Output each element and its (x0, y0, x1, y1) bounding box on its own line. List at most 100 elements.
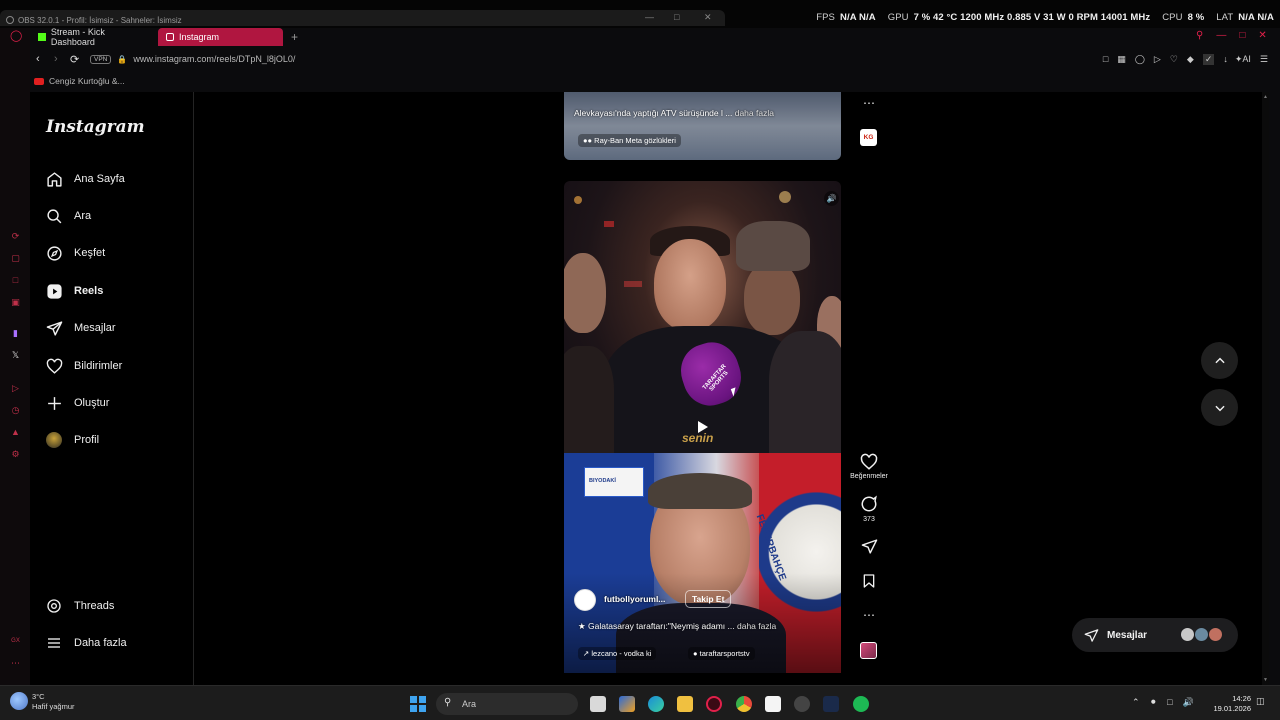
scroll-down-icon[interactable]: ▼ (1263, 677, 1268, 683)
taskbar-search[interactable]: ⚲ Ara (436, 693, 578, 715)
start-tile (410, 704, 418, 712)
reel-active[interactable]: TARAFTAR SPORTS 🔊 senin (564, 181, 841, 453)
reel-next[interactable]: FENERBAHÇE BIYODAKİ futbollyoruml... Tak… (564, 453, 841, 673)
nav-more[interactable]: Daha fazla (45, 633, 127, 653)
speaker-icon[interactable]: 🔊 (1183, 697, 1194, 708)
clock-icon[interactable]: ◷ (10, 405, 21, 416)
extensions-icon[interactable]: ◆ (1187, 54, 1194, 65)
overlay-box: BIYODAKİ (584, 467, 644, 497)
minimize-icon[interactable]: — (1216, 30, 1226, 41)
channel-avatar[interactable] (574, 589, 596, 611)
nav-messages[interactable]: Mesajlar (45, 318, 116, 338)
network-icon[interactable]: □ (1167, 697, 1172, 708)
audio-thumbnail[interactable]: KG (860, 129, 877, 146)
reel-caption[interactable]: Alevkayası'nda yaptığı ATV sürüşünde l .… (574, 108, 774, 118)
performance-overlay: FPS N/A N/A GPU 7 % 42 °C 1200 MHz 0.885 V… (816, 12, 1274, 23)
vpn-badge[interactable]: VPN (90, 54, 112, 64)
tagged-user[interactable]: ● taraftarsportstv (688, 647, 755, 660)
spotify-icon[interactable] (853, 696, 869, 712)
nav-notifications[interactable]: Bildirimler (45, 356, 122, 376)
chrome-icon[interactable] (736, 696, 752, 712)
bookmark-item[interactable]: Cengiz Kurtoğlu &... (49, 76, 125, 86)
refresh-icon[interactable]: ⟳ (10, 231, 21, 242)
more-options-icon[interactable]: ⋯ (858, 96, 880, 110)
comment-button[interactable] (858, 495, 880, 513)
music-tag[interactable]: ↗ lezcano - vodka ki (578, 647, 657, 660)
minimize-icon[interactable]: — (645, 12, 654, 22)
chat-icon[interactable]: □ (10, 275, 21, 286)
maximize-icon[interactable]: □ (674, 12, 679, 22)
nav-reels[interactable]: Reels (45, 281, 103, 301)
opera-gx-icon[interactable] (706, 696, 722, 712)
steam-icon[interactable] (823, 696, 839, 712)
edge-icon[interactable] (648, 696, 664, 712)
obs-window-titlebar[interactable]: OBS 32.0.1 - Profil: İsimsiz - Sahneler:… (0, 10, 725, 26)
opera-gx-logo-icon[interactable]: ◯ (10, 31, 22, 42)
store-icon[interactable] (765, 696, 781, 712)
player-play-icon[interactable]: ▷ (1154, 54, 1161, 65)
extension-pin-icon[interactable]: ✓ (1202, 53, 1215, 65)
nav-create[interactable]: Oluştur (45, 393, 109, 413)
share-button[interactable] (858, 538, 880, 555)
more-options-icon[interactable]: ⋯ (858, 608, 880, 622)
follow-button[interactable]: Takip Et (685, 590, 732, 608)
send-icon (1084, 628, 1099, 643)
reload-icon[interactable]: ⟳ (70, 53, 84, 66)
close-icon[interactable]: ✕ (1258, 30, 1266, 41)
chevron-up-icon[interactable]: ⌃ (1132, 697, 1140, 708)
snapshot-icon[interactable]: ▦ (1117, 54, 1126, 65)
close-icon[interactable]: ✕ (704, 12, 712, 23)
nav-explore[interactable]: Keşfet (45, 243, 105, 263)
reel-caption[interactable]: ★ Galatasaray taraftarı:"Neymiş adamı ..… (578, 621, 776, 632)
nav-threads[interactable]: Threads (45, 596, 114, 616)
maximize-icon[interactable]: □ (1239, 30, 1245, 41)
save-button[interactable] (858, 573, 880, 589)
player-icon[interactable]: ▣ (10, 297, 21, 308)
new-tab-button[interactable]: + (283, 28, 306, 46)
product-tag[interactable]: ●● Ray-Ban Meta gözlükleri (578, 134, 681, 147)
tab-instagram[interactable]: Instagram (158, 28, 283, 46)
twitch-icon[interactable]: ▮ (10, 328, 21, 339)
url-field[interactable]: www.instagram.com/reels/DTpN_l8jOL0/ (133, 54, 295, 64)
search-tabs-icon[interactable]: ⚲ (1196, 30, 1203, 41)
app-icon[interactable] (619, 696, 635, 712)
start-button[interactable] (410, 696, 426, 712)
reel-previous[interactable]: Alevkayası'nda yaptığı ATV sürüşünde l .… (564, 92, 841, 160)
settings-app-icon[interactable] (794, 696, 810, 712)
messages-pill[interactable]: Mesajlar (1072, 618, 1238, 652)
microphone-icon[interactable]: ⚫ (1150, 697, 1158, 708)
shield-icon[interactable]: ◯ (1135, 54, 1145, 65)
nav-search[interactable]: Ara (45, 206, 91, 226)
x-icon[interactable]: 𝕏 (10, 350, 21, 361)
clock[interactable]: 14:26 19.01.2026 (1205, 694, 1251, 714)
channel-username[interactable]: futbollyoruml... (604, 594, 665, 604)
scroll-up-icon[interactable]: ▲ (1263, 94, 1268, 100)
bookmark-icon[interactable]: □ (1103, 54, 1108, 64)
back-icon[interactable]: ‹ (36, 53, 48, 65)
menu-icon[interactable]: ☰ (1260, 54, 1268, 65)
notification-icon[interactable]: ◫ (1256, 696, 1265, 707)
like-button[interactable] (858, 453, 880, 471)
next-reel-button[interactable] (1201, 389, 1238, 426)
volume-icon[interactable]: 🔊 (824, 191, 839, 206)
play-circle-icon[interactable]: ▷ (10, 383, 21, 394)
scrollbar[interactable]: ▲ ▼ (1262, 92, 1269, 685)
previous-reel-button[interactable] (1201, 342, 1238, 379)
tab-kick-dashboard[interactable]: Stream - Kick Dashboard (30, 27, 158, 47)
gx-corner-icon[interactable]: GX (10, 636, 21, 647)
nav-home[interactable]: Ana Sayfa (45, 169, 125, 189)
more-dots-icon[interactable]: ⋯ (10, 658, 21, 669)
task-view-icon[interactable] (590, 696, 606, 712)
forward-icon[interactable]: › (54, 53, 66, 65)
audio-thumbnail[interactable] (860, 642, 877, 659)
weather-widget[interactable]: 3°C Hafif yağmur (10, 692, 75, 712)
nav-profile[interactable]: Profil (45, 430, 99, 450)
cube-icon[interactable]: ▲ (10, 427, 21, 438)
download-icon[interactable]: ↓ (1223, 54, 1228, 64)
file-explorer-icon[interactable] (677, 696, 693, 712)
bag-icon[interactable]: ▢ (10, 253, 21, 264)
instagram-logo[interactable]: Instagram (46, 117, 145, 137)
settings-icon[interactable]: ⚙ (10, 449, 21, 460)
ai-button[interactable]: ✦AI (1235, 54, 1251, 65)
favorite-heart-icon[interactable]: ♡ (1170, 54, 1178, 65)
